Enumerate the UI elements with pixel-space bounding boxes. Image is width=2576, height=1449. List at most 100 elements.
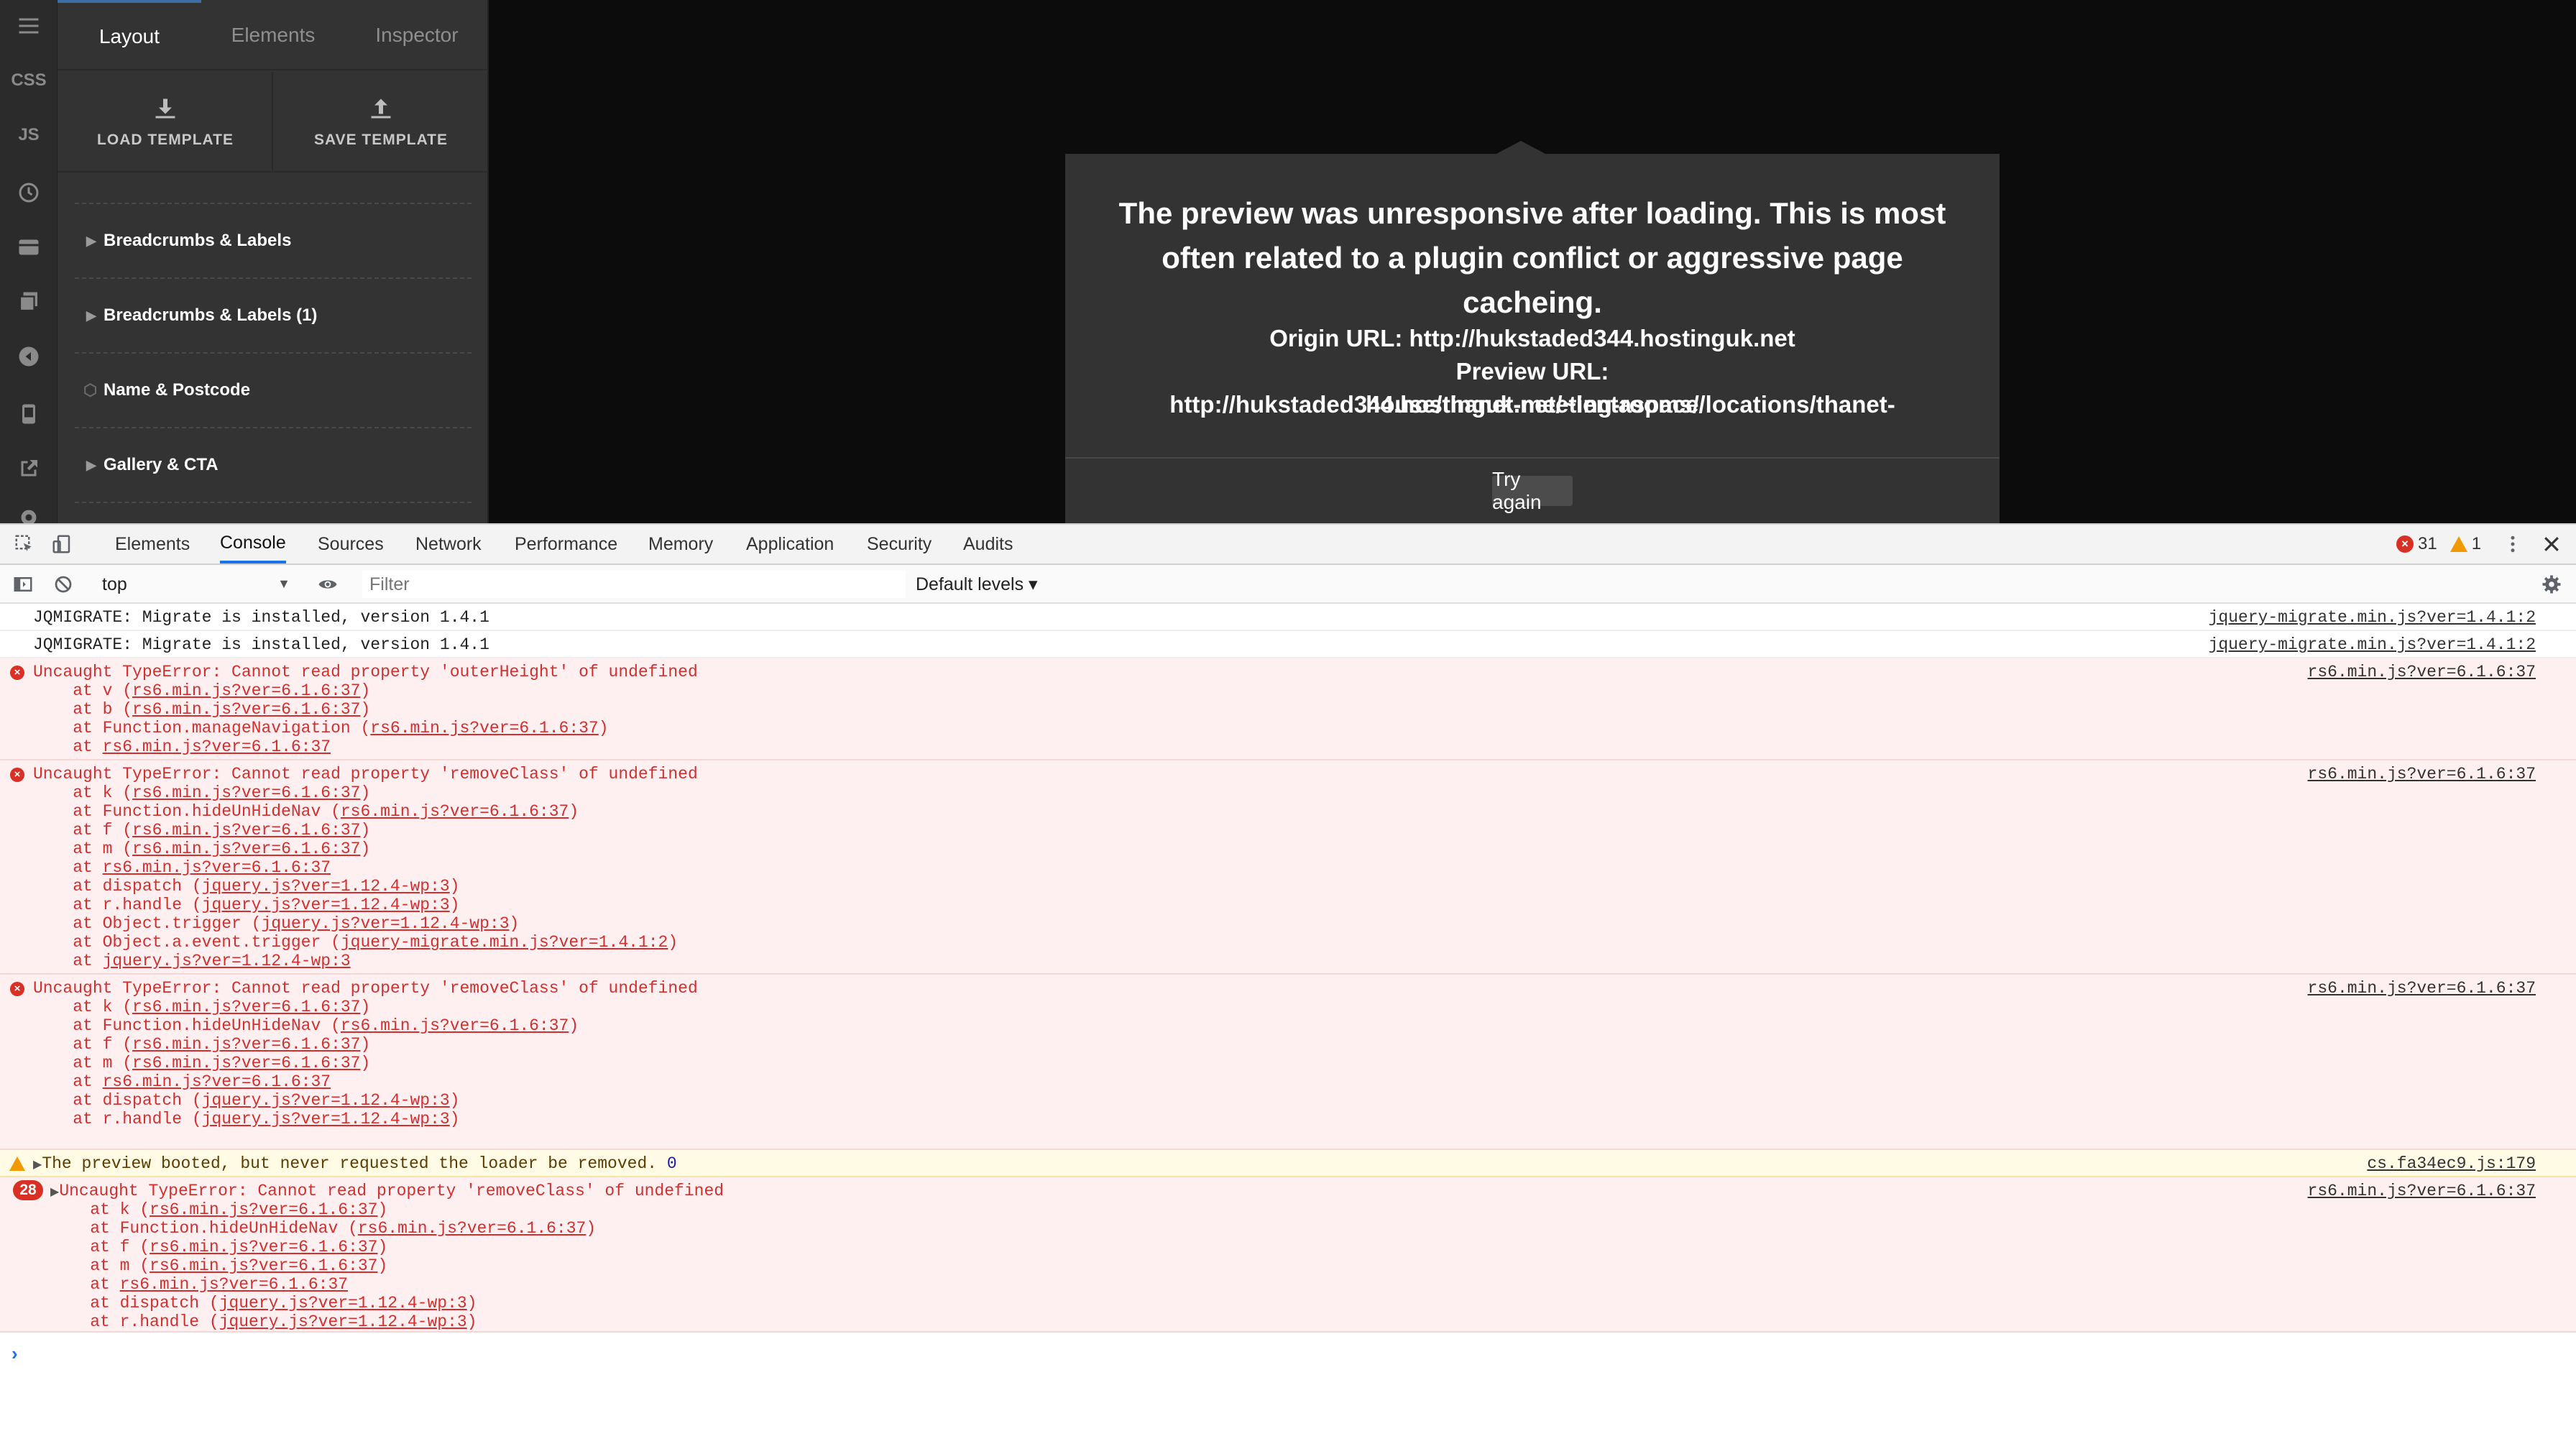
navigate-icon[interactable] [0, 335, 58, 378]
tab-layout[interactable]: Layout [58, 0, 201, 70]
console-row: × Uncaught TypeError: Cannot read proper… [0, 658, 2576, 760]
upload-icon [371, 98, 391, 119]
save-template-label: SAVE TEMPLATE [313, 132, 448, 148]
css-button[interactable]: CSS [0, 59, 58, 102]
list-item[interactable]: ▶ Breadcrumbs & Labels (1) [75, 277, 472, 352]
close-icon[interactable] [2537, 525, 2566, 564]
stack-source-link[interactable]: rs6.min.js?ver=6.1.6:37 [341, 1016, 569, 1035]
stack-source-link[interactable]: rs6.min.js?ver=6.1.6:37 [120, 1275, 348, 1294]
tab-sources[interactable]: Sources [318, 525, 384, 564]
stack-source-link[interactable]: jquery.js?ver=1.12.4-wp:3 [202, 1110, 450, 1128]
stack-source-link[interactable]: rs6.min.js?ver=6.1.6:37 [150, 1200, 377, 1219]
stack-frame: at r.handle (jquery.js?ver=1.12.4-wp:3) [33, 896, 460, 914]
stack-source-link[interactable]: jquery.js?ver=1.12.4-wp:3 [202, 877, 450, 896]
source-link[interactable]: jquery-migrate.min.js?ver=1.4.1:2 [2209, 635, 2536, 654]
source-link[interactable]: rs6.min.js?ver=6.1.6:37 [2308, 1182, 2536, 1200]
log-message: Uncaught TypeError: Cannot read property… [33, 979, 698, 998]
sidebar-toggle-icon[interactable] [9, 565, 37, 604]
stack-source-link[interactable]: rs6.min.js?ver=6.1.6:37 [358, 1219, 586, 1238]
stack-source-link[interactable]: rs6.min.js?ver=6.1.6:37 [150, 1238, 377, 1256]
mobile-preview-icon[interactable] [0, 392, 58, 436]
gear-icon[interactable] [2537, 565, 2566, 604]
stack-source-link[interactable]: rs6.min.js?ver=6.1.6:37 [132, 700, 360, 719]
stack-source-link[interactable]: rs6.min.js?ver=6.1.6:37 [370, 719, 598, 737]
log-message[interactable]: ▶The preview booted, but never requested… [33, 1154, 677, 1174]
pages-icon[interactable] [0, 280, 58, 323]
tab-inspector[interactable]: Inspector [345, 0, 487, 70]
error-count: 31 [2418, 534, 2437, 553]
stack-source-link[interactable]: jquery.js?ver=1.12.4-wp:3 [219, 1312, 467, 1331]
stack-source-link[interactable]: jquery.js?ver=1.12.4-wp:3 [103, 952, 351, 970]
log-levels-dropdown[interactable]: Default levels ▾ [916, 571, 1038, 598]
stack-frame: at Function.manageNavigation (rs6.min.js… [33, 719, 609, 737]
caret-right-icon: ▶ [86, 457, 96, 472]
source-link[interactable]: cs.fa34ec9.js:179 [2367, 1154, 2536, 1173]
stack-source-link[interactable]: jquery-migrate.min.js?ver=1.4.1:2 [341, 933, 668, 952]
stack-frame: at rs6.min.js?ver=6.1.6:37 [33, 737, 331, 756]
load-template-button[interactable]: LOAD TEMPLATE [58, 72, 273, 172]
stack-source-link[interactable]: rs6.min.js?ver=6.1.6:37 [132, 1054, 360, 1072]
history-icon[interactable] [0, 171, 58, 214]
issue-counter[interactable]: × 31 1 [2396, 525, 2481, 564]
builder-panel: Layout Elements Inspector LOAD TEMPLATE … [58, 0, 489, 523]
context-selector[interactable]: top ▼ [95, 571, 296, 598]
stack-frame: at dispatch (jquery.js?ver=1.12.4-wp:3) [33, 877, 460, 896]
device-toolbar-icon[interactable] [47, 525, 76, 564]
console-row: JQMIGRATE: Migrate is installed, version… [0, 631, 2576, 658]
stack-source-link[interactable]: rs6.min.js?ver=6.1.6:37 [132, 1035, 360, 1054]
eye-icon[interactable] [313, 565, 342, 604]
filter-input[interactable] [362, 571, 906, 598]
menu-icon[interactable] [0, 4, 58, 47]
clear-console-icon[interactable] [49, 565, 78, 604]
stack-source-link[interactable]: rs6.min.js?ver=6.1.6:37 [132, 783, 360, 802]
tab-security[interactable]: Security [867, 525, 932, 564]
console-prompt[interactable]: › [12, 1343, 18, 1365]
stack-source-link[interactable]: rs6.min.js?ver=6.1.6:37 [150, 1256, 377, 1275]
source-link[interactable]: rs6.min.js?ver=6.1.6:37 [2308, 979, 2536, 998]
stack-source-link[interactable]: rs6.min.js?ver=6.1.6:37 [103, 737, 331, 756]
console-row: × Uncaught TypeError: Cannot read proper… [0, 975, 2576, 1150]
origin-url: Origin URL: http://hukstaded344.hostingu… [1269, 325, 1795, 351]
stack-source-link[interactable]: rs6.min.js?ver=6.1.6:37 [132, 681, 360, 700]
stack-frame: at m (rs6.min.js?ver=6.1.6:37) [33, 1054, 371, 1072]
tab-memory[interactable]: Memory [648, 525, 713, 564]
more-options-icon[interactable] [2498, 525, 2527, 564]
stack-source-link[interactable]: rs6.min.js?ver=6.1.6:37 [132, 998, 360, 1016]
list-divider [75, 502, 472, 523]
icon-bar: CSS JS [0, 0, 58, 525]
console-row: JQMIGRATE: Migrate is installed, version… [0, 604, 2576, 631]
source-link[interactable]: jquery-migrate.min.js?ver=1.4.1:2 [2209, 608, 2536, 627]
stack-source-link[interactable]: rs6.min.js?ver=6.1.6:37 [103, 1072, 331, 1091]
log-message[interactable]: ▶Uncaught TypeError: Cannot read propert… [50, 1182, 724, 1202]
js-button[interactable]: JS [0, 114, 58, 157]
download-icon [155, 98, 175, 119]
stack-source-link[interactable]: rs6.min.js?ver=6.1.6:37 [132, 821, 360, 840]
warning-icon [2450, 536, 2467, 552]
try-again-button[interactable]: Try again [1492, 468, 1573, 513]
tab-performance[interactable]: Performance [515, 525, 617, 564]
stack-source-link[interactable]: jquery.js?ver=1.12.4-wp:3 [202, 896, 450, 914]
list-item[interactable]: ⬡ Name & Postcode [75, 352, 472, 427]
stack-source-link[interactable]: jquery.js?ver=1.12.4-wp:3 [202, 1091, 450, 1110]
stack-source-link[interactable]: jquery.js?ver=1.12.4-wp:3 [261, 914, 509, 933]
tab-audits[interactable]: Audits [963, 525, 1013, 564]
source-link[interactable]: rs6.min.js?ver=6.1.6:37 [2308, 663, 2536, 681]
source-link[interactable]: rs6.min.js?ver=6.1.6:37 [2308, 765, 2536, 783]
stack-source-link[interactable]: rs6.min.js?ver=6.1.6:37 [132, 840, 360, 858]
save-template-button[interactable]: SAVE TEMPLATE [273, 72, 487, 172]
builder-area: CSS JS Layout Elements Inspector LOAD TE… [0, 0, 2576, 525]
load-template-label: LOAD TEMPLATE [97, 132, 234, 148]
stack-source-link[interactable]: rs6.min.js?ver=6.1.6:37 [103, 858, 331, 877]
inspect-element-icon[interactable] [10, 525, 39, 564]
stack-source-link[interactable]: rs6.min.js?ver=6.1.6:37 [341, 802, 569, 821]
tab-elements[interactable]: Elements [115, 525, 190, 564]
tab-application[interactable]: Application [746, 525, 834, 564]
tab-network[interactable]: Network [415, 525, 482, 564]
external-link-icon[interactable] [0, 447, 58, 490]
list-item[interactable]: ▶ Gallery & CTA [75, 427, 472, 502]
tab-elements[interactable]: Elements [201, 0, 345, 70]
tab-console[interactable]: Console [220, 525, 286, 564]
layout-icon[interactable] [0, 226, 58, 269]
list-item[interactable]: ▶ Breadcrumbs & Labels [75, 203, 472, 277]
stack-source-link[interactable]: jquery.js?ver=1.12.4-wp:3 [219, 1294, 467, 1312]
